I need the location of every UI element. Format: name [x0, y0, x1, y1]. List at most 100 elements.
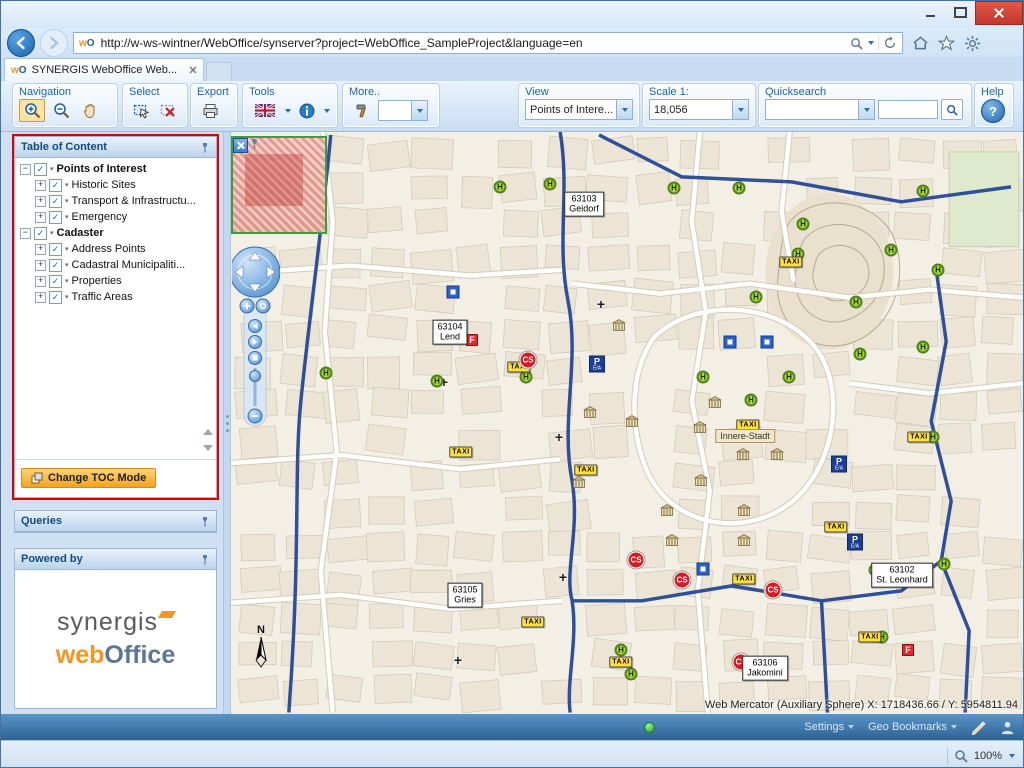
map-marker-museum[interactable]: [584, 406, 597, 418]
tab-weboffice[interactable]: wO SYNERGIS WebOffice Web...: [4, 58, 204, 81]
expand-icon[interactable]: +: [35, 180, 46, 191]
home-icon[interactable]: [912, 35, 929, 51]
pin-icon[interactable]: [200, 142, 210, 153]
clear-selection-button[interactable]: [157, 99, 182, 122]
info-tool-button[interactable]: [294, 99, 320, 122]
toc-tree-item[interactable]: +✓▾Emergency: [15, 209, 216, 225]
powered-by-header[interactable]: Powered by: [15, 549, 216, 570]
combo-arrow-button[interactable]: [732, 100, 748, 119]
overview-pin-icon[interactable]: [249, 138, 260, 150]
collapse-icon[interactable]: −: [20, 228, 31, 239]
forward-button[interactable]: [40, 29, 68, 57]
overview-close-button[interactable]: [233, 138, 248, 153]
expand-icon[interactable]: +: [35, 292, 46, 303]
map-marker-taxi[interactable]: TAXI: [907, 432, 930, 443]
map-marker-h[interactable]: H: [431, 375, 444, 388]
map-marker-blue[interactable]: [724, 336, 737, 349]
close-button[interactable]: [975, 1, 1023, 25]
help-button[interactable]: ?: [981, 99, 1005, 123]
map-marker-h[interactable]: H: [783, 371, 796, 384]
page-zoom-icon[interactable]: [954, 749, 968, 763]
layer-checkbox[interactable]: ✓: [49, 291, 62, 304]
new-tab-stub[interactable]: [206, 62, 232, 81]
map-marker-museum[interactable]: [709, 396, 722, 408]
language-button[interactable]: [249, 99, 281, 122]
quicksearch-combo[interactable]: [765, 99, 875, 120]
map-marker-cross[interactable]: +: [555, 429, 563, 445]
map-marker-taxi[interactable]: TAXI: [574, 465, 597, 476]
map-marker-taxi[interactable]: TAXI: [858, 632, 881, 643]
map-marker-museum[interactable]: [613, 319, 626, 331]
map-marker-cs[interactable]: CS: [674, 572, 691, 589]
map-marker-taxi[interactable]: TAXI: [779, 257, 802, 268]
quicksearch-input[interactable]: [878, 100, 938, 119]
map-marker-h[interactable]: H: [615, 644, 628, 657]
map-marker-museum[interactable]: [661, 504, 674, 516]
view-combo[interactable]: Points of Intere...: [525, 99, 633, 120]
map-marker-cs[interactable]: CS: [628, 552, 645, 569]
overview-extent[interactable]: [245, 154, 303, 206]
layer-checkbox[interactable]: ✓: [49, 195, 62, 208]
layer-menu-icon[interactable]: ▾: [65, 197, 69, 205]
map-marker-h[interactable]: H: [932, 264, 945, 277]
chevron-down-icon[interactable]: [285, 109, 291, 113]
toc-tree-item[interactable]: +✓▾Properties: [15, 273, 216, 289]
map-marker-p[interactable]: PE/A: [831, 456, 847, 473]
map-marker-h[interactable]: H: [697, 371, 710, 384]
pin-icon[interactable]: [200, 516, 210, 527]
toc-tree-item[interactable]: −✓▾Points of Interest: [15, 161, 216, 177]
map-marker-blue[interactable]: [697, 563, 710, 576]
map-marker-h[interactable]: H: [917, 341, 930, 354]
toc-tree-item[interactable]: +✓▾Address Points: [15, 241, 216, 257]
map-marker-p[interactable]: PE/A: [589, 356, 605, 373]
chevron-down-icon[interactable]: [868, 41, 874, 45]
layer-menu-icon[interactable]: ▾: [50, 165, 54, 173]
map-marker-museum[interactable]: [573, 476, 586, 488]
map-marker-p[interactable]: PE/A: [847, 534, 863, 551]
map-marker-h[interactable]: H: [745, 394, 758, 407]
full-extent-button[interactable]: [256, 299, 270, 313]
map-marker-h[interactable]: H: [750, 291, 763, 304]
toc-tree-item[interactable]: −✓▾Cadaster: [15, 225, 216, 241]
map-marker-museum[interactable]: [738, 534, 751, 546]
combo-arrow-button[interactable]: [411, 101, 427, 120]
map-marker-blue[interactable]: [761, 336, 774, 349]
map-marker-h[interactable]: H: [544, 178, 557, 191]
queries-panel-header[interactable]: Queries: [15, 511, 216, 532]
back-button[interactable]: [7, 29, 35, 57]
map-marker-h[interactable]: H: [733, 182, 746, 195]
map-marker-f[interactable]: F: [902, 644, 914, 656]
layer-checkbox[interactable]: ✓: [34, 227, 47, 240]
layer-menu-icon[interactable]: ▾: [65, 245, 69, 253]
toc-tree-item[interactable]: +✓▾Cadastral Municipaliti...: [15, 257, 216, 273]
map-marker-cs[interactable]: CS: [520, 352, 537, 369]
tools-hammer-button[interactable]: [349, 99, 375, 122]
maximize-button[interactable]: [945, 1, 975, 23]
layer-menu-icon[interactable]: ▾: [65, 293, 69, 301]
pan-button[interactable]: [77, 99, 103, 122]
settings-menu[interactable]: Settings: [804, 721, 854, 733]
layer-checkbox[interactable]: ✓: [49, 259, 62, 272]
collapse-icon[interactable]: −: [20, 164, 31, 175]
map-marker-h[interactable]: H: [885, 244, 898, 257]
map-viewport[interactable]: +++++HHHHHHHHHHHHHHHHHHHHHHHHHPE/APE/APE…: [231, 132, 1023, 714]
zoom-out-button[interactable]: [48, 99, 74, 122]
layer-checkbox[interactable]: ✓: [49, 211, 62, 224]
map-marker-taxi[interactable]: TAXI: [449, 447, 472, 458]
map-marker-taxi[interactable]: TAXI: [521, 617, 544, 628]
map-marker-taxi[interactable]: TAXI: [609, 657, 632, 668]
layer-checkbox[interactable]: ✓: [34, 163, 47, 176]
url-input[interactable]: [99, 35, 846, 51]
chevron-down-icon[interactable]: [324, 109, 330, 113]
layer-menu-icon[interactable]: ▾: [50, 229, 54, 237]
map-marker-h[interactable]: H: [917, 185, 930, 198]
change-toc-mode-button[interactable]: Change TOC Mode: [21, 468, 156, 488]
map-marker-blue[interactable]: [447, 286, 460, 299]
combo-arrow-button[interactable]: [858, 100, 874, 119]
map-marker-h[interactable]: H: [854, 348, 867, 361]
layer-checkbox[interactable]: ✓: [49, 243, 62, 256]
map-marker-museum[interactable]: [626, 415, 639, 427]
layer-checkbox[interactable]: ✓: [49, 179, 62, 192]
map-marker-cs[interactable]: CS: [765, 582, 782, 599]
scroll-down-icon[interactable]: [203, 445, 213, 451]
